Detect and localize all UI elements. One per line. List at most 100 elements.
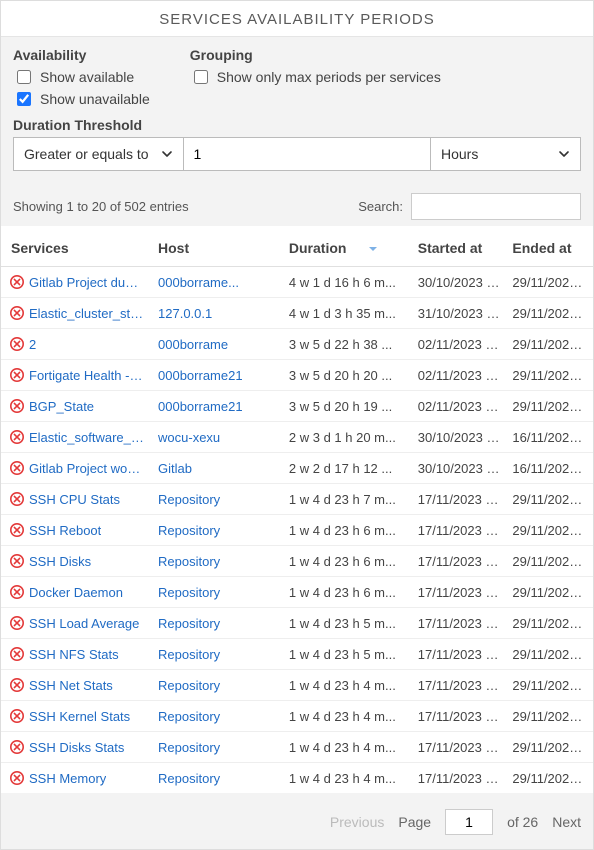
availability-table: Services Host Duration Started at Ended … [1,226,593,793]
threshold-value-input[interactable] [184,138,430,170]
service-link[interactable]: Gitlab Project dummy S [29,275,146,290]
host-link[interactable]: Repository [158,740,220,755]
chevron-down-icon [161,148,173,160]
service-link[interactable]: SSH Disks [29,554,91,569]
unit-select[interactable]: Hours [430,138,580,170]
search-input[interactable] [411,193,581,220]
table-toolbar: Showing 1 to 20 of 502 entries Search: [1,183,593,226]
show-max-input[interactable] [194,70,208,84]
unit-value: Hours [441,146,478,162]
cell-ended: 29/11/2023 1... [506,484,593,515]
cell-ended: 29/11/2023 1... [506,701,593,732]
cell-started: 02/11/2023 1... [412,391,507,422]
table-row: Elastic_software_versio wocu-xexu 2 w 3 d … [1,422,593,453]
cell-started: 17/11/2023 1... [412,701,507,732]
service-link[interactable]: SSH Memory [29,771,106,786]
critical-status-icon [9,429,25,445]
cell-host: 000borrame... [152,267,283,298]
cell-service: SSH Disks Stats [1,732,152,763]
host-link[interactable]: 000borrame21 [158,368,243,383]
chevron-down-icon [558,148,570,160]
service-link[interactable]: Gitlab Project wocu-ins [29,461,146,476]
cell-started: 17/11/2023 1... [412,515,507,546]
host-link[interactable]: Repository [158,492,220,507]
comparator-select[interactable]: Greater or equals to [14,138,184,170]
critical-status-icon [9,739,25,755]
show-unavailable-input[interactable] [17,92,31,106]
service-link[interactable]: 2 [29,337,36,352]
show-available-checkbox[interactable]: Show available [13,67,150,87]
show-available-input[interactable] [17,70,31,84]
table-row: SSH Load AverageRepository1 w 4 d 23 h 5… [1,608,593,639]
host-link[interactable]: Repository [158,554,220,569]
cell-host: Repository [152,608,283,639]
cell-duration: 1 w 4 d 23 h 6 m... [283,577,412,608]
service-link[interactable]: SSH Load Average [29,616,139,631]
host-link[interactable]: 127.0.0.1 [158,306,212,321]
critical-status-icon [9,646,25,662]
showing-entries-text: Showing 1 to 20 of 502 entries [13,199,189,214]
cell-ended: 29/11/2023 1... [506,298,593,329]
cell-host: Repository [152,670,283,701]
host-link[interactable]: 000borrame [158,337,228,352]
cell-host: Repository [152,577,283,608]
host-link[interactable]: 000borrame... [158,275,239,290]
host-link[interactable]: Repository [158,585,220,600]
cell-host: Repository [152,515,283,546]
cell-host: Gitlab [152,453,283,484]
show-unavailable-checkbox[interactable]: Show unavailable [13,89,150,109]
search-label: Search: [358,199,403,214]
service-link[interactable]: SSH Reboot [29,523,101,538]
critical-status-icon [9,274,25,290]
cell-service: SSH Disks [1,546,152,577]
cell-host: Repository [152,732,283,763]
service-link[interactable]: Elastic_software_versio [29,430,146,445]
host-link[interactable]: Repository [158,709,220,724]
host-link[interactable]: Repository [158,616,220,631]
service-link[interactable]: Elastic_cluster_status [29,306,146,321]
cell-started: 17/11/2023 1... [412,639,507,670]
host-link[interactable]: Repository [158,678,220,693]
cell-ended: 29/11/2023 1... [506,267,593,298]
cell-duration: 1 w 4 d 23 h 5 m... [283,639,412,670]
cell-duration: 3 w 5 d 20 h 19 ... [283,391,412,422]
cell-ended: 29/11/2023 1... [506,546,593,577]
service-link[interactable]: Fortigate Health - Fan [29,368,146,383]
cell-duration: 3 w 5 d 20 h 20 ... [283,360,412,391]
col-ended[interactable]: Ended at [506,226,593,267]
show-max-checkbox[interactable]: Show only max periods per services [190,67,441,87]
service-link[interactable]: SSH CPU Stats [29,492,120,507]
cell-ended: 29/11/2023 1... [506,608,593,639]
prev-button[interactable]: Previous [330,814,384,830]
table-row: SSH MemoryRepository1 w 4 d 23 h 4 m...1… [1,763,593,794]
host-link[interactable]: Repository [158,523,220,538]
host-link[interactable]: Repository [158,647,220,662]
cell-ended: 29/11/2023 1... [506,670,593,701]
host-link[interactable]: Gitlab [158,461,192,476]
col-duration[interactable]: Duration [283,226,412,267]
table-row: BGP_State 000borrame21 3 w 5 d 20 h 19 ...… [1,391,593,422]
cell-host: Repository [152,701,283,732]
service-link[interactable]: SSH Net Stats [29,678,113,693]
cell-duration: 1 w 4 d 23 h 4 m... [283,701,412,732]
cell-service: SSH Memory [1,763,152,794]
cell-duration: 1 w 4 d 23 h 4 m... [283,670,412,701]
service-link[interactable]: SSH Kernel Stats [29,709,130,724]
next-button[interactable]: Next [552,814,581,830]
page-input[interactable] [445,809,493,835]
grouping-label: Grouping [190,47,441,63]
host-link[interactable]: Repository [158,771,220,786]
service-link[interactable]: Docker Daemon [29,585,123,600]
col-services[interactable]: Services [1,226,152,267]
table-row: Docker Daemon Repository 1 w 4 d 23 h 6 m.… [1,577,593,608]
host-link[interactable]: 000borrame21 [158,399,243,414]
service-link[interactable]: BGP_State [29,399,94,414]
cell-service: Elastic_software_versio [1,422,152,453]
col-started[interactable]: Started at [412,226,507,267]
host-link[interactable]: wocu-xexu [158,430,220,445]
cell-service: Fortigate Health - Fan [1,360,152,391]
col-host[interactable]: Host [152,226,283,267]
service-link[interactable]: SSH NFS Stats [29,647,119,662]
cell-duration: 2 w 3 d 1 h 20 m... [283,422,412,453]
service-link[interactable]: SSH Disks Stats [29,740,124,755]
